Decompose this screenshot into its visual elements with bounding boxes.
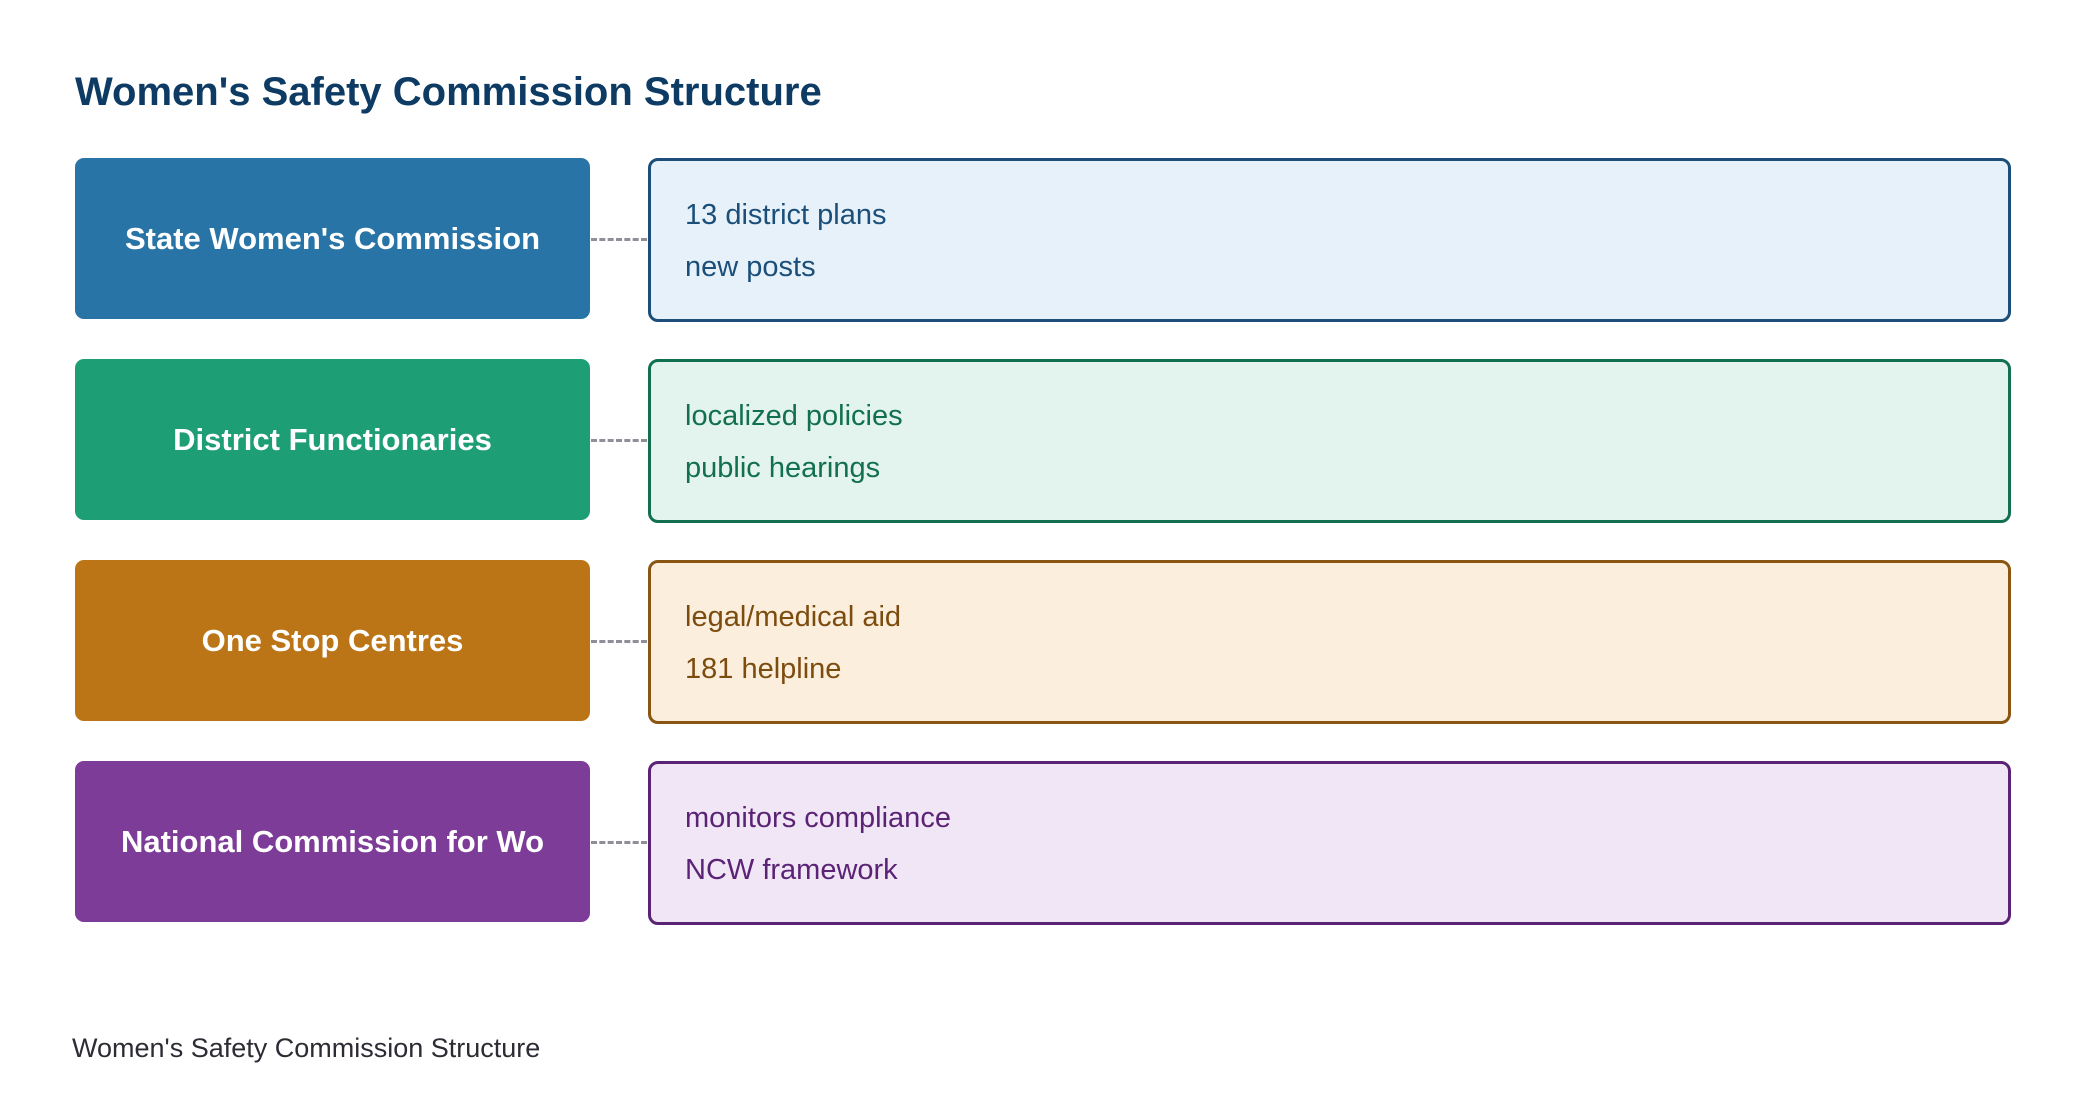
- detail-item: 13 district plans: [685, 199, 887, 231]
- figure-caption: Women's Safety Commission Structure: [72, 1033, 541, 1063]
- detail-item: localized policies: [685, 400, 903, 432]
- page-title: Women's Safety Commission Structure: [75, 70, 822, 114]
- national-commission-box: National Commission for Wo: [75, 761, 590, 922]
- detail-item: monitors compliance: [685, 802, 951, 834]
- connector-line: [591, 841, 647, 844]
- tier-row-national-commission: National Commission for Wo monitors comp…: [75, 761, 2011, 925]
- detail-item: 181 helpline: [685, 653, 842, 685]
- one-stop-centres-box: One Stop Centres: [75, 560, 590, 721]
- district-functionaries-box: District Functionaries: [75, 359, 590, 520]
- state-commission-details-panel: 13 district plans new posts: [648, 158, 2011, 322]
- connector-line: [591, 640, 647, 643]
- one-stop-centres-label: One Stop Centres: [201, 622, 464, 658]
- detail-item: new posts: [685, 251, 816, 283]
- detail-item: public hearings: [685, 452, 881, 484]
- state-womens-commission-box: State Women's Commission: [75, 158, 590, 319]
- national-commission-label: National Commission for Wo: [120, 823, 545, 859]
- one-stop-centres-details-panel: legal/medical aid 181 helpline: [648, 560, 2011, 724]
- district-functionaries-details-panel: localized policies public hearings: [648, 359, 2011, 523]
- district-functionaries-label: District Functionaries: [173, 421, 492, 457]
- connector-line: [591, 439, 647, 442]
- tier-row-state-commission: State Women's Commission 13 district pla…: [75, 158, 2011, 322]
- national-commission-details-panel: monitors compliance NCW framework: [648, 761, 2011, 925]
- tier-row-district-functionaries: District Functionaries localized policie…: [75, 359, 2011, 523]
- tier-row-one-stop-centres: One Stop Centres legal/medical aid 181 h…: [75, 560, 2011, 724]
- detail-item: legal/medical aid: [685, 601, 902, 633]
- detail-item: NCW framework: [685, 854, 898, 886]
- state-womens-commission-label: State Women's Commission: [124, 220, 541, 256]
- connector-line: [591, 238, 647, 241]
